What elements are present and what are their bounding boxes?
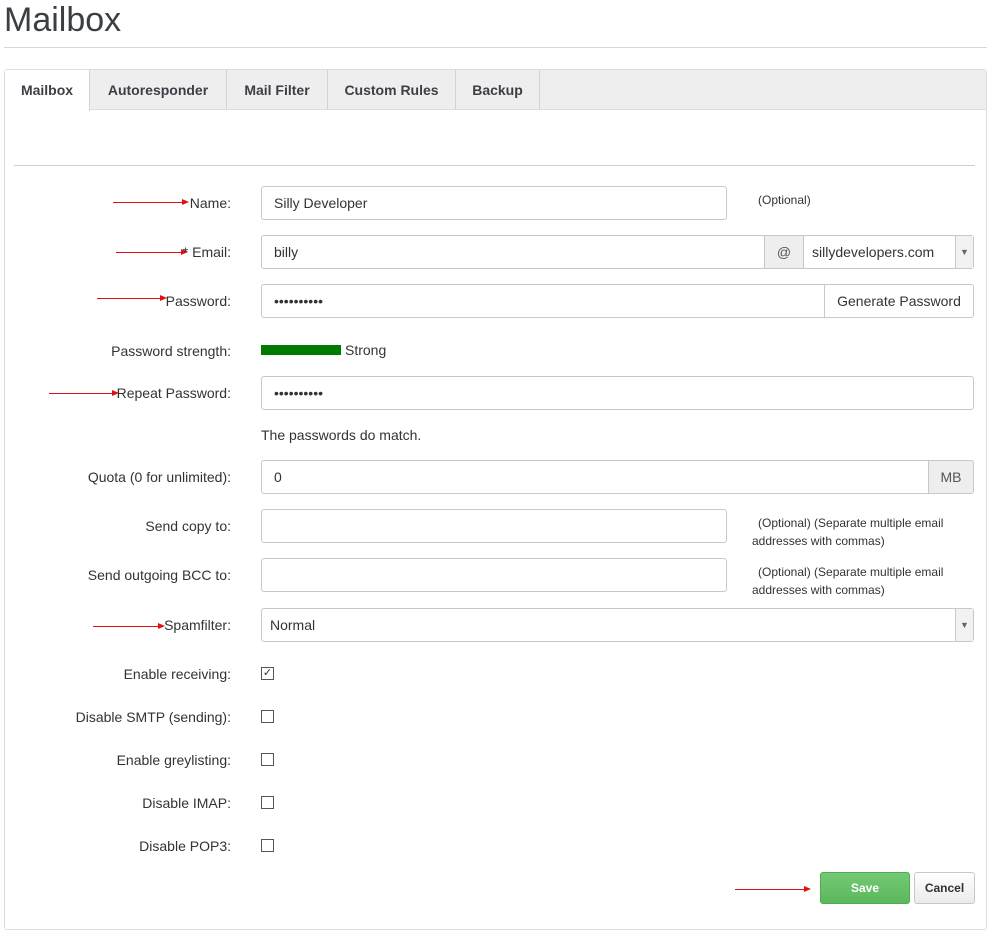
- send-copy-note-line1: (Optional) (Separate multiple email: [758, 516, 944, 530]
- email-local-input[interactable]: [261, 235, 765, 269]
- disable-smtp-label: Disable SMTP (sending):: [75, 709, 231, 725]
- name-input[interactable]: [261, 186, 727, 220]
- email-domain-select[interactable]: sillydevelopers.com ▼: [803, 235, 974, 269]
- repeat-password-input[interactable]: [261, 376, 974, 410]
- tab-mail-filter[interactable]: Mail Filter: [227, 70, 328, 110]
- generate-password-button[interactable]: Generate Password: [824, 284, 974, 318]
- send-bcc-label: Send outgoing BCC to:: [87, 567, 231, 583]
- enable-receiving-label: Enable receiving:: [123, 666, 231, 682]
- tab-autoresponder[interactable]: Autoresponder: [90, 70, 227, 110]
- disable-imap-label: Disable IMAP:: [142, 795, 231, 811]
- quota-input[interactable]: [261, 460, 929, 494]
- enable-greylisting-label: Enable greylisting:: [116, 752, 231, 768]
- send-bcc-note-line2: addresses with commas): [752, 583, 885, 597]
- enable-greylisting-checkbox[interactable]: [261, 753, 274, 766]
- disable-pop3-checkbox[interactable]: [261, 839, 274, 852]
- send-copy-input[interactable]: [261, 509, 727, 543]
- enable-receiving-checkbox[interactable]: ✓: [261, 667, 274, 680]
- chevron-down-icon: ▼: [955, 236, 973, 268]
- disable-smtp-checkbox[interactable]: [261, 710, 274, 723]
- spamfilter-label: Spamfilter:: [164, 617, 231, 633]
- email-domain-value: sillydevelopers.com: [812, 244, 935, 260]
- password-match-text: The passwords do match.: [261, 427, 422, 443]
- send-bcc-input[interactable]: [261, 558, 727, 592]
- spamfilter-select[interactable]: Normal ▼: [261, 608, 974, 642]
- send-copy-note-line2: addresses with commas): [752, 534, 885, 548]
- chevron-down-icon: ▼: [955, 609, 973, 641]
- title-divider: [4, 47, 987, 48]
- tab-bar: Mailbox Autoresponder Mail Filter Custom…: [5, 70, 986, 111]
- form-divider: [14, 165, 975, 166]
- password-label: Password:: [165, 293, 231, 309]
- quota-label: Quota (0 for unlimited):: [87, 469, 231, 485]
- email-label: * Email:: [182, 244, 231, 260]
- send-bcc-note-line1: (Optional) (Separate multiple email: [758, 565, 944, 579]
- tab-custom-rules[interactable]: Custom Rules: [328, 70, 456, 110]
- quota-unit-addon: MB: [928, 460, 974, 494]
- password-strength-label: Password strength:: [111, 343, 231, 359]
- disable-imap-checkbox[interactable]: [261, 796, 274, 809]
- save-button[interactable]: Save: [820, 872, 910, 904]
- name-optional-note: (Optional): [758, 193, 811, 207]
- send-copy-label: Send copy to:: [145, 518, 231, 534]
- password-strength-bar: [261, 345, 341, 355]
- password-input[interactable]: [261, 284, 825, 318]
- tab-backup[interactable]: Backup: [456, 70, 540, 110]
- name-label: Name:: [189, 195, 231, 211]
- password-strength-value: Strong: [345, 342, 387, 358]
- annotation-arrow: [735, 886, 811, 892]
- at-addon: @: [764, 235, 804, 269]
- page-title: Mailbox: [4, 1, 122, 39]
- spamfilter-value: Normal: [270, 617, 316, 633]
- repeat-password-label: Repeat Password:: [116, 385, 231, 401]
- cancel-button[interactable]: Cancel: [914, 872, 975, 904]
- tab-mailbox[interactable]: Mailbox: [5, 70, 90, 111]
- disable-pop3-label: Disable POP3:: [139, 838, 231, 854]
